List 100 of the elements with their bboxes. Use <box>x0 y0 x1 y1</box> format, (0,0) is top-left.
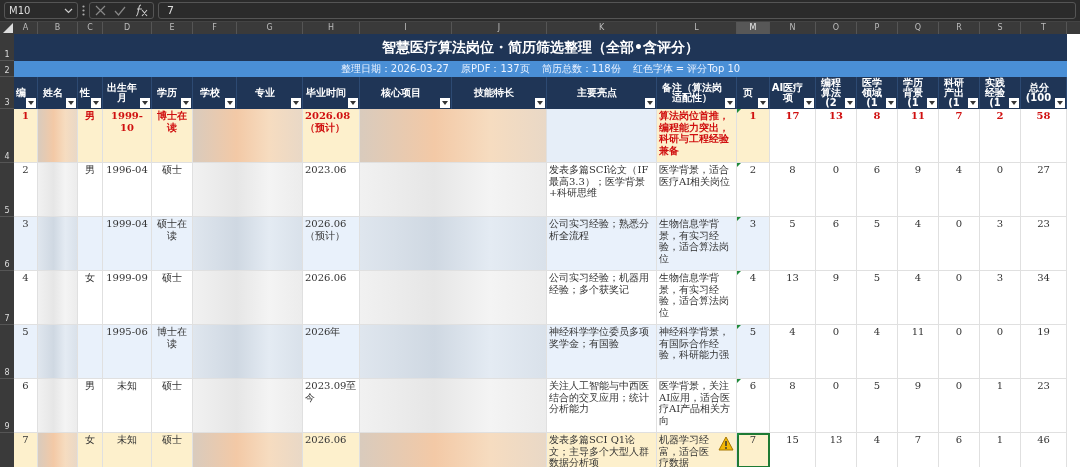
table-cell: 博士在读 <box>152 325 193 379</box>
filter-dropdown[interactable] <box>758 98 768 108</box>
column-title: 性 <box>79 88 91 98</box>
table-cell: 女 <box>78 433 103 467</box>
note-text: 机器学习经富，适合医疗数据 <box>659 434 710 467</box>
cancel-icon[interactable] <box>95 5 106 16</box>
column-title: 科研产出(1 <box>943 78 965 108</box>
table-cell: 4 <box>857 325 898 379</box>
column-title: 页 <box>742 88 754 98</box>
table-cell: 关注人工智能与中西医结合的交叉应用；统计分析能力 <box>547 379 657 433</box>
row-number[interactable]: 8 <box>0 325 14 379</box>
table-cell: 8 <box>857 109 898 163</box>
table-cell: 博士在读 <box>152 109 193 163</box>
filter-dropdown[interactable] <box>140 98 150 108</box>
note-text: 算法岗位首推，编程能力突出，科研与工程经验兼备 <box>659 110 730 156</box>
formula-field[interactable]: 7 <box>158 2 1076 19</box>
row-number[interactable]: 9 <box>0 379 14 433</box>
filter-dropdown[interactable] <box>66 98 76 108</box>
info-text: 原PDF：137页 <box>460 62 530 76</box>
table-cell: 男 <box>78 163 103 217</box>
filter-dropdown[interactable] <box>440 98 450 108</box>
table-cell[interactable]: 7 <box>737 433 770 467</box>
row-number[interactable]: 1 <box>0 34 14 61</box>
filter-dropdown[interactable] <box>927 98 937 108</box>
table-cell: 8 <box>770 163 816 217</box>
column-title: 技能特长 <box>473 88 515 98</box>
table-cell: 未知 <box>103 379 152 433</box>
column-title: 备注（算法岗适配性） <box>660 83 723 103</box>
column-title: 核心项目 <box>379 88 422 98</box>
filter-dropdown[interactable] <box>645 98 655 108</box>
table-cell: 34 <box>1021 271 1067 325</box>
blurred-text <box>38 325 77 378</box>
filter-dropdown[interactable] <box>26 98 36 108</box>
column-title: 学历 <box>156 88 178 98</box>
table-cell: 公司实习经验；机器用经验；多个获奖记 <box>547 271 657 325</box>
table-cell: 1 <box>980 379 1021 433</box>
table-cell: 男 <box>78 379 103 433</box>
table-cell[interactable]: 5 <box>737 325 770 379</box>
table-cell: 3 <box>980 271 1021 325</box>
table-cell[interactable]: 2 <box>737 163 770 217</box>
chevron-icon <box>64 7 73 14</box>
filter-dropdown[interactable] <box>91 98 101 108</box>
table-cell: 7 <box>939 109 980 163</box>
note-text: 医学背景，适合医疗AI相关岗位 <box>659 164 732 187</box>
column-title: 实践经验(1 <box>984 78 1006 108</box>
table-cell: 0 <box>816 325 857 379</box>
column-title: 医学领域(1 <box>861 78 883 108</box>
table-cell: 1995-06 <box>103 325 152 379</box>
table-cell[interactable]: 1 <box>737 109 770 163</box>
table-cell[interactable]: 3 <box>737 217 770 271</box>
column-title: 编 <box>15 88 26 98</box>
table-cell: 硕士 <box>152 163 193 217</box>
table-cell: 硕士 <box>152 271 193 325</box>
table-cell[interactable]: 4 <box>737 271 770 325</box>
table-cell: 女 <box>78 271 103 325</box>
name-box[interactable]: M10 <box>4 2 78 19</box>
filter-dropdown[interactable] <box>968 98 978 108</box>
filter-dropdown[interactable] <box>725 98 735 108</box>
filter-dropdown[interactable] <box>1009 98 1019 108</box>
note-text: 生物信息学背景，有实习经验，适合算法岗位 <box>659 218 730 264</box>
column-header[interactable]: M <box>737 22 770 34</box>
table-cell: 2023.09至今 <box>303 379 360 433</box>
filter-dropdown[interactable] <box>225 98 235 108</box>
filter-dropdown[interactable] <box>886 98 896 108</box>
table-cell: 0 <box>816 163 857 217</box>
table-cell: 11 <box>898 325 939 379</box>
table-cell: 硕士 <box>152 379 193 433</box>
column-title: 专业 <box>253 88 276 98</box>
filter-dropdown[interactable] <box>845 98 855 108</box>
filter-dropdown[interactable] <box>181 98 191 108</box>
row-number[interactable]: 6 <box>0 217 14 271</box>
warning-icon[interactable] <box>718 436 734 451</box>
row-number[interactable]: 5 <box>0 163 14 217</box>
table-cell: 11 <box>898 109 939 163</box>
filter-dropdown[interactable] <box>291 98 301 108</box>
table-cell: 4 <box>898 271 939 325</box>
table-cell: 1999-10 <box>103 109 152 163</box>
table-cell: 0 <box>939 217 980 271</box>
filter-dropdown[interactable] <box>1055 98 1065 108</box>
table-cell: 58 <box>1021 109 1067 163</box>
row-number[interactable]: 4 <box>0 109 14 163</box>
column-title: AI医疗项 <box>771 83 804 103</box>
confirm-icon[interactable] <box>114 5 126 16</box>
table-cell: 1996-04 <box>103 163 152 217</box>
filter-dropdown[interactable] <box>348 98 358 108</box>
table-cell: 0 <box>939 379 980 433</box>
table-cell[interactable]: 6 <box>737 379 770 433</box>
filter-dropdown[interactable] <box>804 98 814 108</box>
table-cell: 17 <box>770 109 816 163</box>
filter-dropdown[interactable] <box>535 98 545 108</box>
row-number[interactable]: 2 <box>0 61 14 77</box>
note-text: 生物信息学背景，有实习经验，适合算法岗位 <box>659 272 730 318</box>
more-icon[interactable] <box>82 5 85 16</box>
table-cell: 4 <box>770 325 816 379</box>
function-icon[interactable] <box>134 4 148 17</box>
table-cell: 9 <box>898 163 939 217</box>
row-number[interactable]: 7 <box>0 271 14 325</box>
table-cell: 硕士在读 <box>152 217 193 271</box>
row-number[interactable]: 3 <box>0 77 14 109</box>
column-title: 主要亮点 <box>575 88 618 98</box>
